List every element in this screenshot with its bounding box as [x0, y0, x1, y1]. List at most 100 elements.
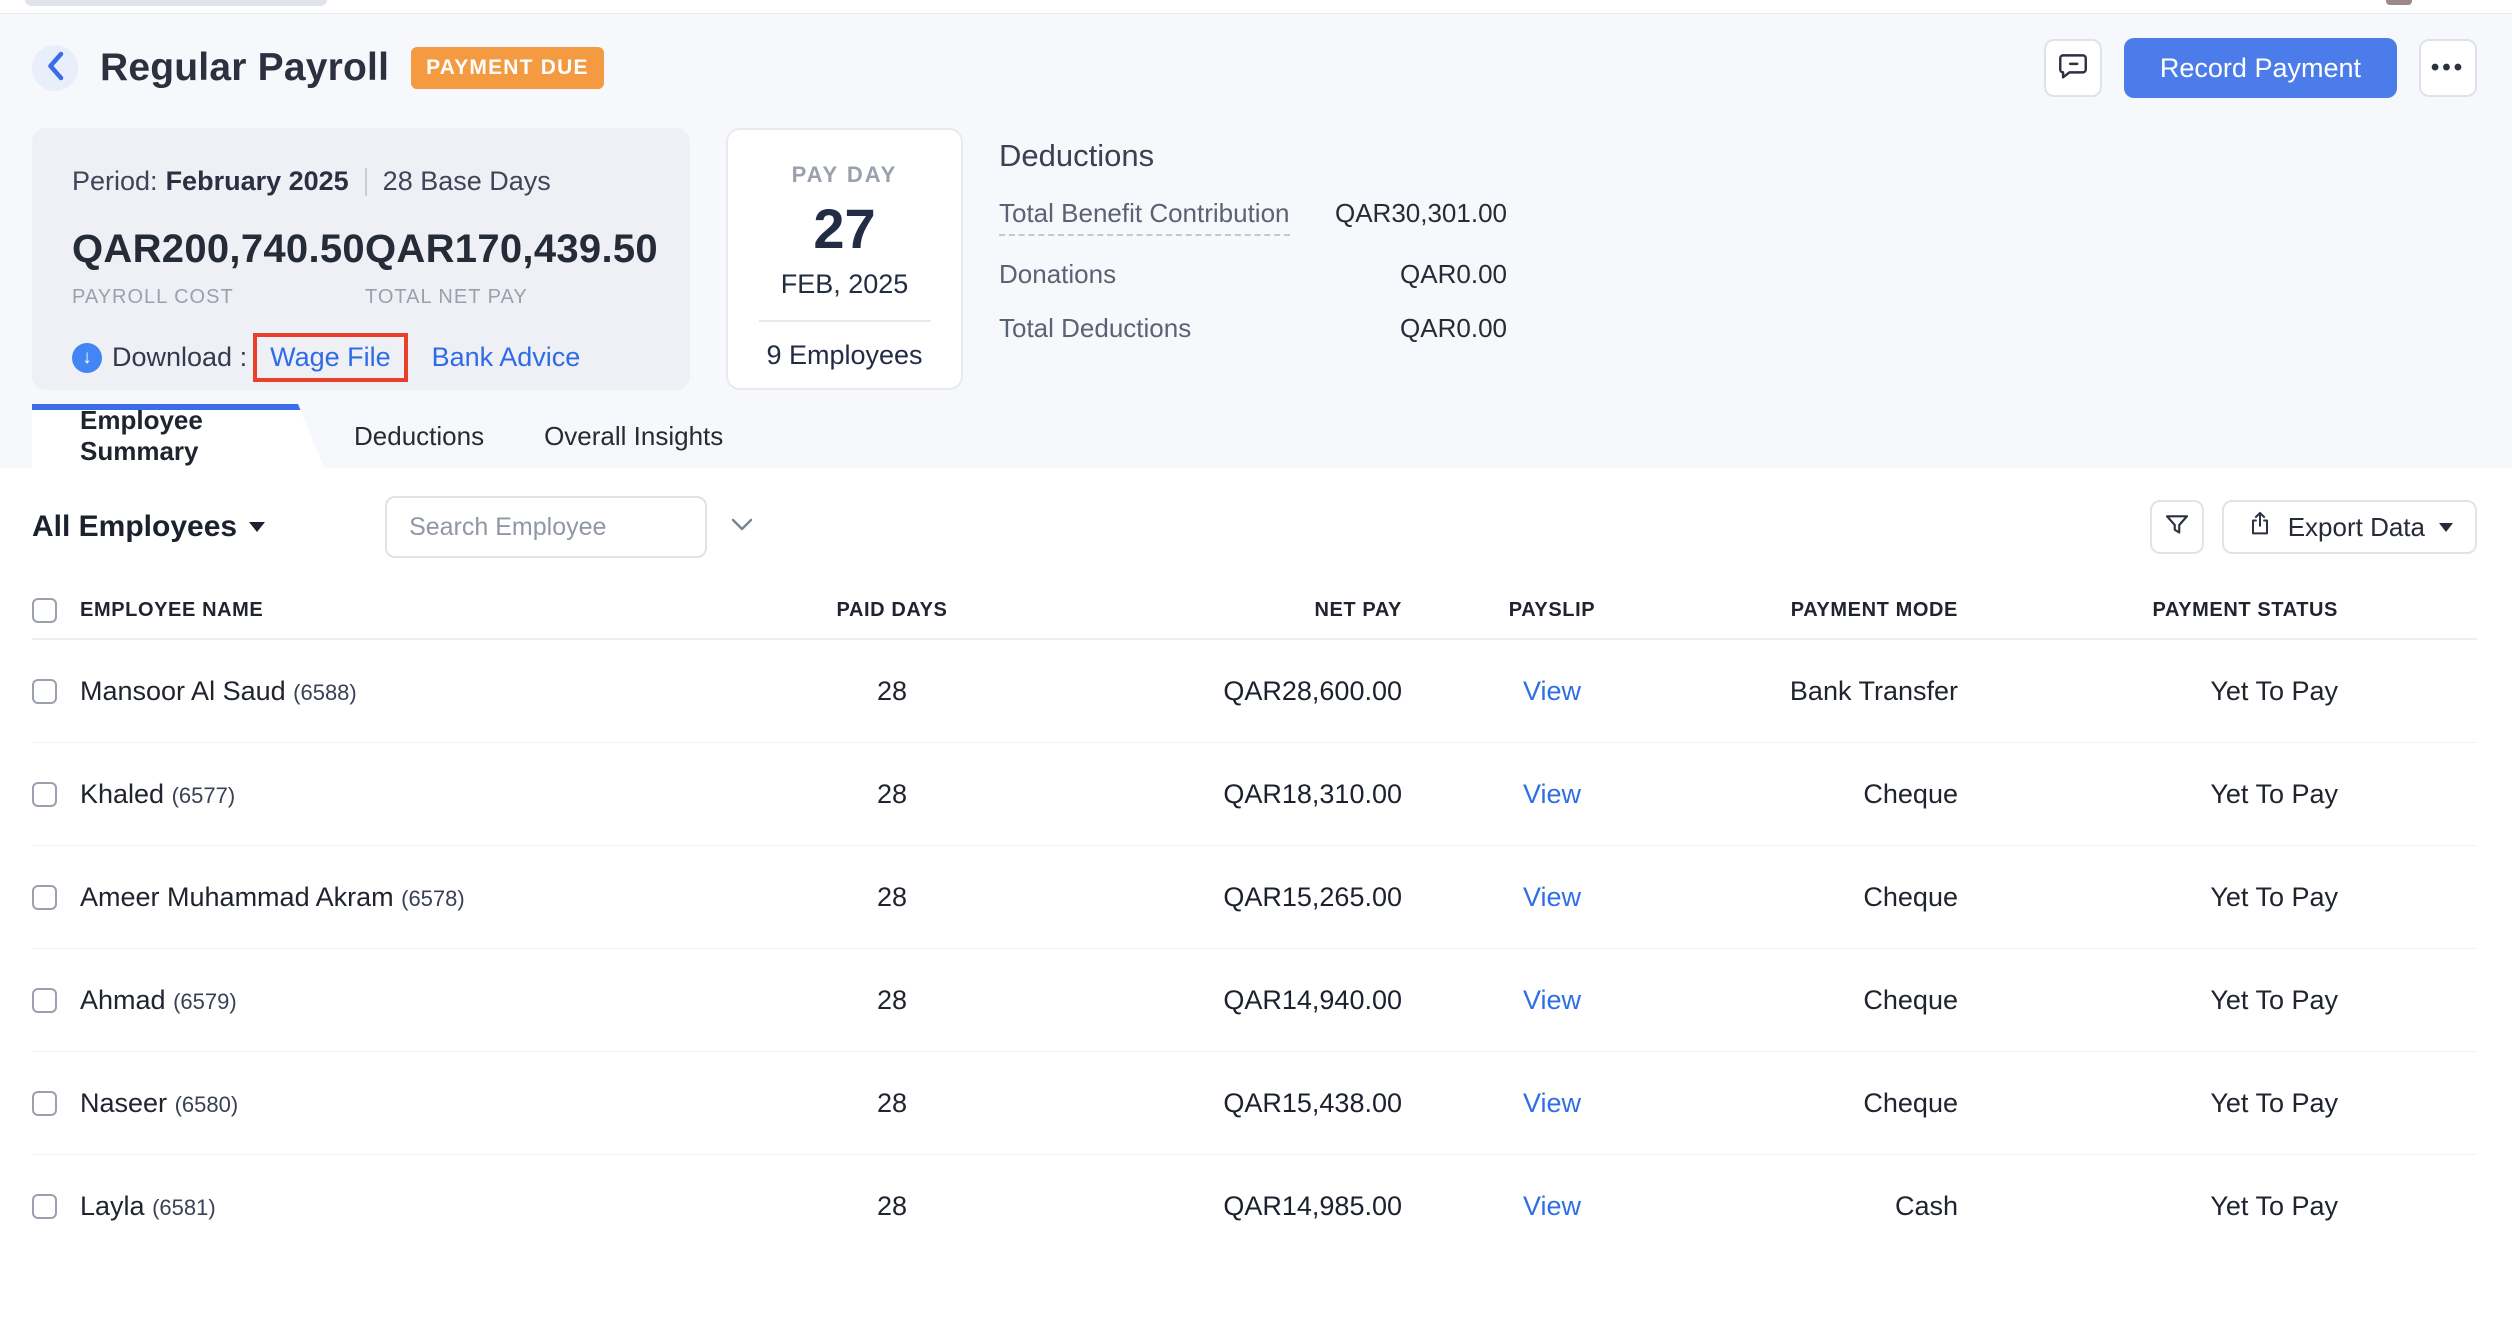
download-icon: ↓ [72, 343, 102, 373]
payment-status: Yet To Pay [1958, 676, 2338, 707]
payment-status: Yet To Pay [1958, 985, 2338, 1016]
col-payslip: PAYSLIP [1402, 599, 1702, 622]
employee-name[interactable]: Ahmad (6579) [80, 985, 802, 1016]
row-checkbox[interactable] [32, 679, 57, 704]
period-value: February 2025 [166, 166, 349, 197]
view-payslip-link[interactable]: View [1523, 1191, 1581, 1221]
employee-code: (6588) [293, 680, 357, 705]
payment-mode: Cheque [1702, 779, 1958, 810]
employee-toolbar: All Employees Export Data [0, 468, 2512, 582]
payment-status: Yet To Pay [1958, 779, 2338, 810]
tab-deductions[interactable]: Deductions [324, 404, 514, 468]
select-all-checkbox[interactable] [32, 598, 57, 623]
table-row: Khaled (6577) 28 QAR18,310.00 View Chequ… [32, 743, 2477, 846]
paid-days: 28 [802, 1191, 982, 1222]
payment-status: Yet To Pay [1958, 882, 2338, 913]
back-button[interactable] [32, 45, 78, 91]
download-label: Download : [112, 342, 247, 373]
deduction-row: Total Benefit Contribution QAR30,301.00 [999, 198, 1507, 236]
col-paid-days: PAID DAYS [802, 599, 982, 622]
payroll-cost-value: QAR200,740.50 [72, 227, 365, 272]
employee-name[interactable]: Khaled (6577) [80, 779, 802, 810]
employee-code: (6579) [173, 989, 237, 1014]
period-card: Period: February 2025 28 Base Days QAR20… [32, 128, 690, 390]
export-icon [2246, 510, 2274, 545]
funnel-icon [2162, 510, 2192, 545]
employee-search[interactable] [385, 496, 707, 558]
bank-advice-link[interactable]: Bank Advice [432, 342, 581, 373]
employee-code: (6580) [175, 1092, 239, 1117]
table-row: Ameer Muhammad Akram (6578) 28 QAR15,265… [32, 846, 2477, 949]
base-days: 28 Base Days [383, 166, 551, 197]
payday-card: PAY DAY 27 FEB, 2025 9 Employees [726, 128, 963, 390]
filter-button[interactable] [2150, 500, 2204, 554]
paid-days: 28 [802, 985, 982, 1016]
browser-favicon-remnant [2386, 0, 2412, 5]
tab-employee-summary[interactable]: Employee Summary [32, 404, 324, 468]
comments-button[interactable] [2044, 39, 2102, 97]
browser-strip [0, 0, 2512, 14]
employee-name[interactable]: Ameer Muhammad Akram (6578) [80, 882, 802, 913]
caret-down-icon [2439, 523, 2453, 532]
payment-mode: Cheque [1702, 882, 1958, 913]
divider [365, 168, 367, 196]
chevron-left-icon [45, 51, 65, 86]
row-checkbox[interactable] [32, 1194, 57, 1219]
row-checkbox[interactable] [32, 1091, 57, 1116]
page-title: Regular Payroll [100, 46, 389, 90]
summary-row: Period: February 2025 28 Base Days QAR20… [0, 116, 2512, 390]
col-payment-status: PAYMENT STATUS [1958, 599, 2338, 622]
col-payment-mode: PAYMENT MODE [1702, 599, 1958, 622]
table-row: Naseer (6580) 28 QAR15,438.00 View Chequ… [32, 1052, 2477, 1155]
deduction-label[interactable]: Total Benefit Contribution [999, 198, 1290, 236]
view-payslip-link[interactable]: View [1523, 1088, 1581, 1118]
payday-employee-count: 9 Employees [728, 340, 961, 371]
chevron-down-icon [731, 518, 753, 537]
search-input[interactable] [409, 513, 731, 542]
annotation-red-box: Wage File [253, 333, 408, 382]
paid-days: 28 [802, 779, 982, 810]
deduction-value: QAR0.00 [1400, 313, 1507, 344]
net-pay: QAR14,940.00 [982, 985, 1402, 1016]
employee-code: (6581) [152, 1195, 216, 1220]
net-pay: QAR18,310.00 [982, 779, 1402, 810]
row-checkbox[interactable] [32, 988, 57, 1013]
payment-status: Yet To Pay [1958, 1088, 2338, 1119]
export-label: Export Data [2288, 512, 2425, 543]
record-payment-button[interactable]: Record Payment [2124, 38, 2397, 98]
more-actions-button[interactable]: ••• [2419, 39, 2477, 97]
payment-due-badge: PAYMENT DUE [411, 47, 604, 89]
paid-days: 28 [802, 1088, 982, 1119]
payday-day: 27 [728, 196, 961, 261]
employee-name[interactable]: Mansoor Al Saud (6588) [80, 676, 802, 707]
wage-file-link[interactable]: Wage File [270, 342, 391, 372]
payment-mode: Cheque [1702, 985, 1958, 1016]
employee-code: (6578) [401, 886, 465, 911]
deductions-summary: Deductions Total Benefit Contribution QA… [999, 128, 1507, 390]
col-net-pay: NET PAY [982, 599, 1402, 622]
table-row: Ahmad (6579) 28 QAR14,940.00 View Cheque… [32, 949, 2477, 1052]
export-data-button[interactable]: Export Data [2222, 500, 2477, 554]
view-payslip-link[interactable]: View [1523, 882, 1581, 912]
table-row: Layla (6581) 28 QAR14,985.00 View Cash Y… [32, 1155, 2477, 1258]
net-pay: QAR15,265.00 [982, 882, 1402, 913]
deduction-row: Total Deductions QAR0.00 [999, 313, 1507, 344]
total-net-pay-value: QAR170,439.50 [365, 227, 658, 272]
view-payslip-link[interactable]: View [1523, 985, 1581, 1015]
employee-name[interactable]: Layla (6581) [80, 1191, 802, 1222]
deduction-row: Donations QAR0.00 [999, 259, 1507, 290]
payday-date: FEB, 2025 [728, 269, 961, 300]
row-checkbox[interactable] [32, 782, 57, 807]
employee-code: (6577) [172, 783, 236, 808]
all-employees-dropdown[interactable]: All Employees [32, 510, 265, 544]
table-row: Mansoor Al Saud (6588) 28 QAR28,600.00 V… [32, 640, 2477, 743]
period-label: Period: [72, 166, 158, 197]
divider [759, 320, 931, 322]
browser-tab-remnant [25, 0, 327, 6]
paid-days: 28 [802, 882, 982, 913]
tab-overall-insights[interactable]: Overall Insights [514, 404, 753, 468]
row-checkbox[interactable] [32, 885, 57, 910]
view-payslip-link[interactable]: View [1523, 676, 1581, 706]
employee-name[interactable]: Naseer (6580) [80, 1088, 802, 1119]
view-payslip-link[interactable]: View [1523, 779, 1581, 809]
